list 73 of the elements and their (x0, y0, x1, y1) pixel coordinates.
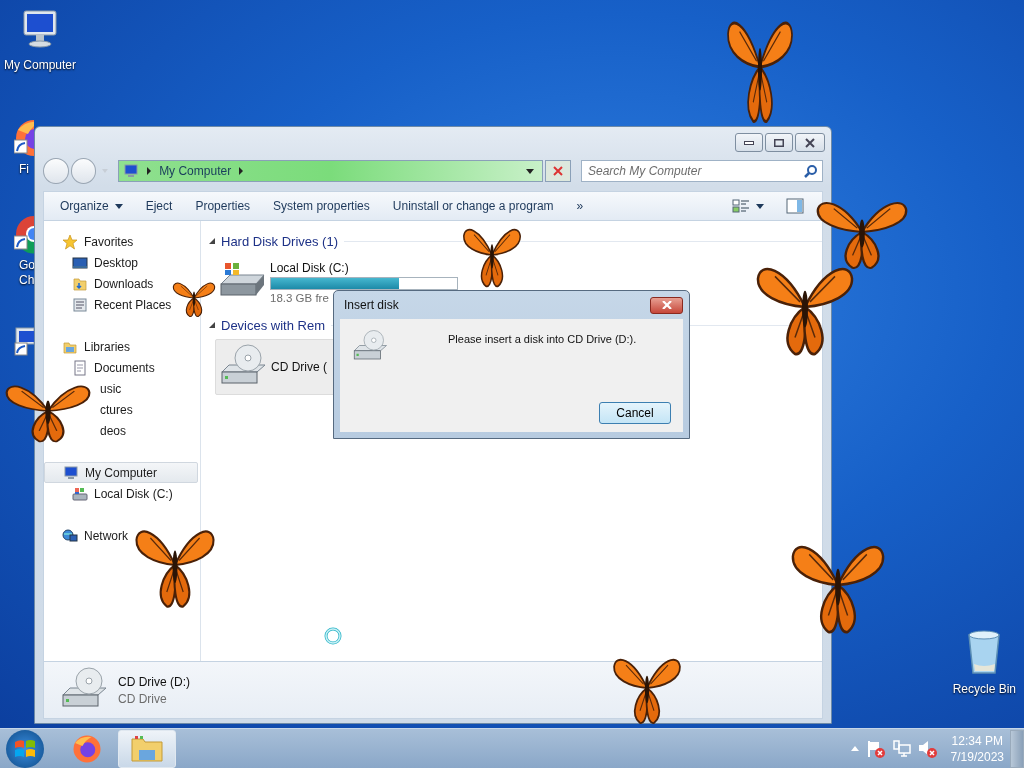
breadcrumb-item[interactable]: My Computer (159, 164, 232, 178)
toolbar-button[interactable]: Properties (187, 195, 259, 217)
nav-item[interactable]: Downloads (72, 273, 154, 294)
nav-item[interactable]: deos (100, 420, 127, 441)
show-hidden-icons-icon[interactable] (850, 746, 859, 751)
star-icon (62, 233, 78, 250)
monitor-icon (14, 326, 34, 356)
taskbar-button[interactable] (118, 729, 176, 768)
document-icon (72, 359, 88, 376)
loading-spinner-icon (323, 626, 343, 646)
dialog-message: Please insert a disk into CD Drive (D:). (448, 332, 637, 345)
item-type: CD Drive (118, 691, 168, 706)
item-name: CD Drive (D:) (118, 674, 190, 689)
recent-places-icon (72, 296, 88, 313)
toolbar-button[interactable]: Eject (137, 195, 181, 217)
globe-network-icon (62, 527, 78, 544)
nav-item[interactable]: Libraries (62, 336, 131, 357)
toolbar-button[interactable]: System properties (265, 195, 378, 217)
dropdown-caret-icon (526, 168, 535, 174)
folder-icon (131, 735, 163, 762)
speaker-muted-icon[interactable] (918, 739, 937, 758)
icon-label[interactable]: Recycle Bin (952, 682, 1016, 697)
close-icon (805, 137, 815, 148)
nav-item[interactable]: Network (62, 525, 128, 546)
flag-error-icon[interactable] (866, 739, 885, 758)
search-field[interactable]: Search My Computer (581, 160, 823, 182)
icon-label[interactable]: Go Ch (19, 258, 33, 288)
nav-item[interactable]: Local Disk (C:) (72, 483, 173, 504)
search-icon (804, 165, 817, 178)
drive-icon (72, 485, 88, 502)
nav-item[interactable]: ctures (100, 399, 133, 420)
nav-item[interactable]: Recent Places (72, 294, 172, 315)
chevron-right-icon (147, 167, 152, 175)
network-icon[interactable] (892, 740, 911, 757)
folder-icon (72, 275, 88, 292)
group-heading[interactable]: Hard Disk Drives (1) (221, 233, 338, 249)
address-bar[interactable]: My Computer (118, 160, 544, 182)
close-button[interactable] (795, 133, 825, 152)
minimize-button[interactable] (735, 133, 763, 152)
monitor-icon (63, 464, 79, 481)
trash-bin-icon (967, 630, 1002, 674)
maximize-button[interactable] (765, 133, 793, 152)
toolbar-button[interactable]: Uninstall or change a program (384, 195, 562, 217)
dropdown-caret-icon (114, 203, 123, 209)
icon-label[interactable]: My Computer (4, 58, 76, 73)
view-details-icon (732, 198, 750, 214)
cancel-button[interactable]: Cancel (599, 402, 671, 424)
desktop-icon (72, 254, 88, 271)
monitor-icon (123, 163, 140, 179)
windows-logo-icon (14, 738, 36, 759)
close-button[interactable] (650, 296, 683, 314)
start-button[interactable] (6, 729, 44, 768)
nav-item[interactable]: Desktop (72, 252, 139, 273)
group-heading[interactable]: Devices with Rem (221, 317, 326, 333)
close-icon (661, 301, 672, 309)
nav-item[interactable]: Favorites (62, 231, 134, 252)
stop-button[interactable] (545, 160, 571, 182)
nav-item[interactable]: Documents (72, 357, 155, 378)
minimize-icon (744, 140, 754, 145)
more-commands-button[interactable]: » (568, 195, 592, 217)
firefox-logo-icon (72, 733, 102, 764)
dialog-title: Insert disk (343, 298, 399, 312)
nav-item[interactable]: usic (100, 378, 122, 399)
icon-label[interactable]: Fi (19, 162, 33, 177)
chevron-right-icon (239, 167, 244, 175)
nav-item[interactable]: My Computer (44, 462, 198, 483)
forward-button[interactable] (70, 158, 97, 184)
close-icon (553, 166, 564, 176)
dropdown-caret-icon (756, 203, 764, 209)
maximize-icon (774, 138, 784, 147)
preview-pane-icon (786, 198, 804, 214)
toolbar-button[interactable]: Organize (52, 195, 131, 217)
back-button[interactable] (43, 158, 69, 184)
